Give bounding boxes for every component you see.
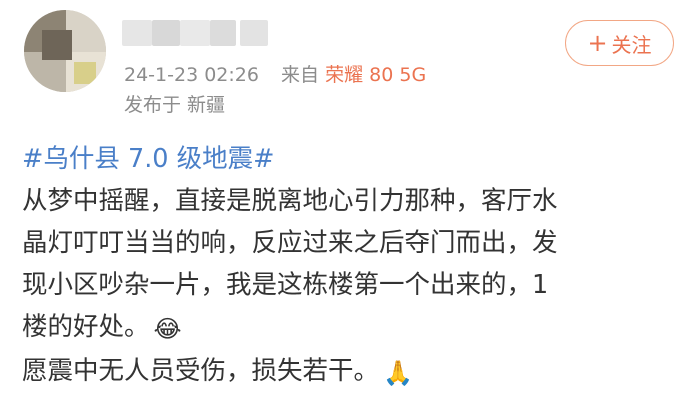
follow-label: 关注 xyxy=(611,32,652,57)
avatar[interactable] xyxy=(24,10,106,92)
content-line: 现小区吵杂一片，我是这栋楼第一个出来的，1 xyxy=(22,270,549,300)
source-prefix: 来自 xyxy=(281,64,320,86)
post-timestamp: 24-1-23 02:26 xyxy=(124,64,259,86)
content-line: 愿震中无人员受伤，损失若干。 xyxy=(22,356,380,386)
laughing-crying-emoji-icon: 😂 xyxy=(153,315,182,343)
content-line: 晶灯叮叮当当的响，反应过来之后夺门而出，发 xyxy=(22,228,558,258)
hashtag-link[interactable]: #乌什县 7.0 级地震# xyxy=(22,138,682,180)
folded-hands-emoji-icon: 🙏 xyxy=(383,359,413,387)
content-line-with-emoji: 愿震中无人员受伤，损失若干。 🙏 xyxy=(22,350,682,394)
content-line: 楼的好处。 xyxy=(22,312,150,342)
post-content: #乌什县 7.0 级地震# 从梦中摇醒，直接是脱离地心引力那种，客厅水 晶灯叮叮… xyxy=(22,138,682,394)
post-location: 发布于 新疆 xyxy=(124,94,226,116)
plus-icon: + xyxy=(587,29,608,57)
device-link[interactable]: 荣耀 80 5G xyxy=(325,64,426,86)
follow-button[interactable]: + 关注 xyxy=(565,20,674,66)
username-blurred[interactable] xyxy=(122,16,270,50)
content-line-with-emoji: 楼的好处。 😂 xyxy=(22,306,682,350)
content-line: 从梦中摇醒，直接是脱离地心引力那种，客厅水 xyxy=(22,186,558,216)
weibo-post: 24-1-23 02:26 来自 荣耀 80 5G 发布于 新疆 + 关注 #乌… xyxy=(0,0,700,414)
post-meta: 24-1-23 02:26 来自 荣耀 80 5G xyxy=(124,62,426,88)
